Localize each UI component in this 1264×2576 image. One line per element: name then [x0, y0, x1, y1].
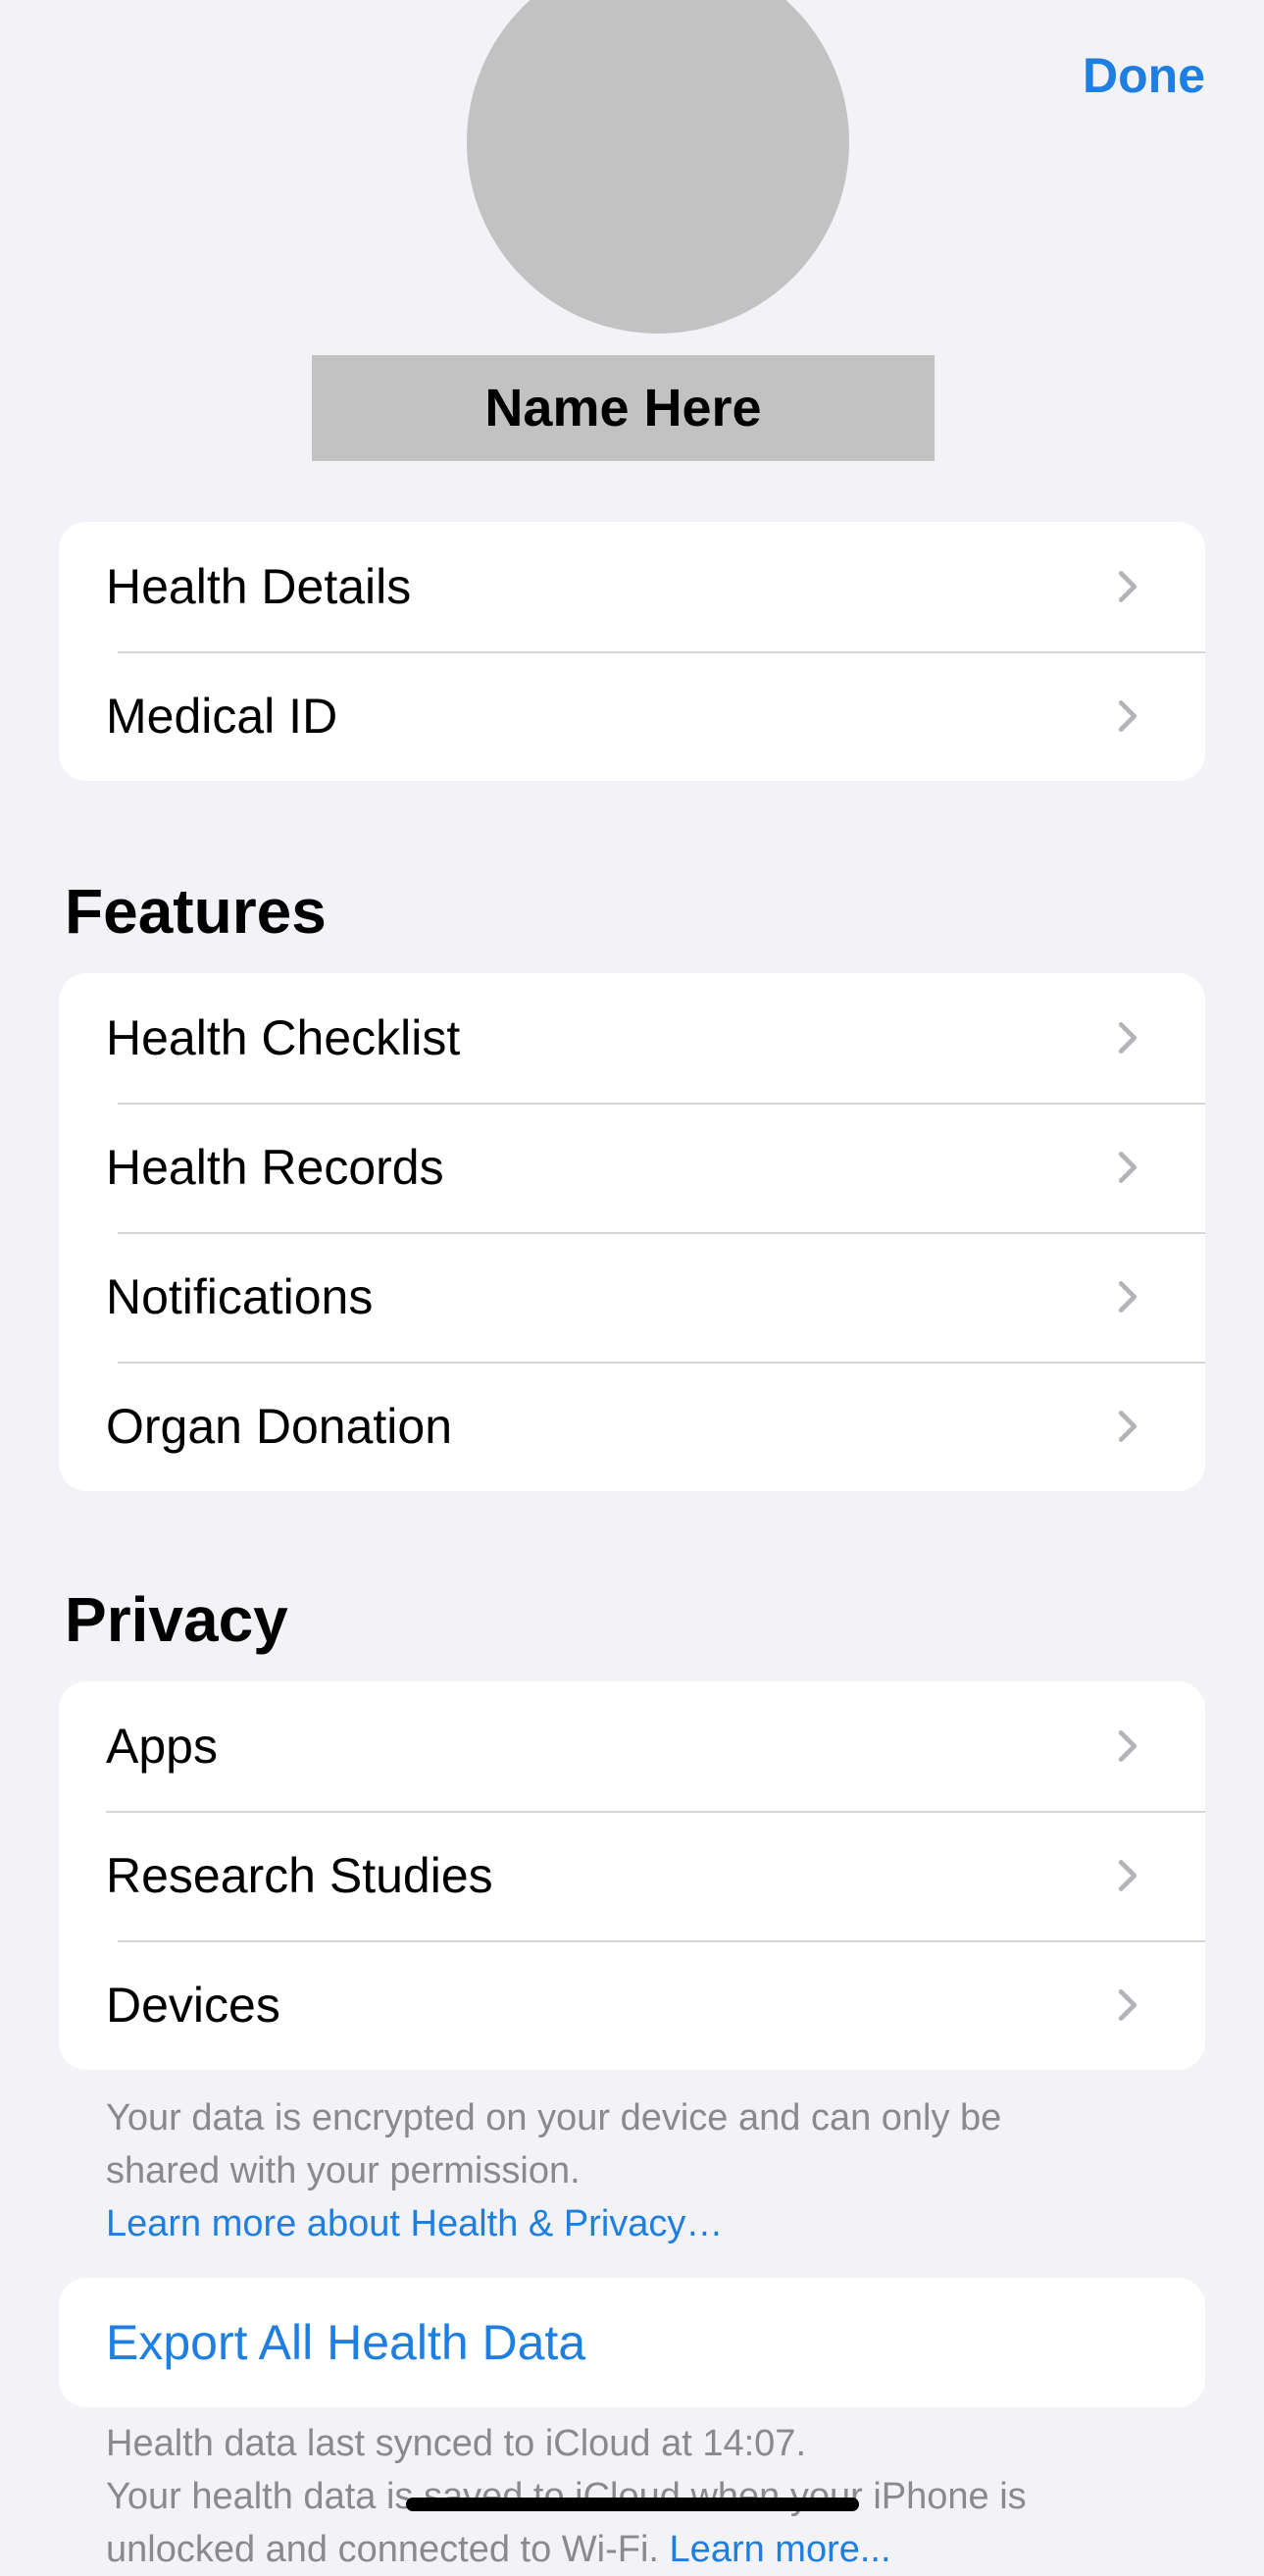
research-studies-label: Research Studies	[106, 1848, 493, 1903]
chevron-right-icon	[1111, 1410, 1144, 1443]
apps-label: Apps	[106, 1719, 218, 1774]
devices-row[interactable]: Devices	[59, 1940, 1205, 2070]
chevron-right-icon	[1111, 1021, 1144, 1055]
sync-footnote: Health data last synced to iCloud at 14:…	[106, 2417, 1165, 2576]
features-group: Health Checklist Health Records Notifica…	[59, 973, 1205, 1491]
chevron-right-icon	[1111, 699, 1144, 733]
row-divider	[106, 1811, 1205, 1813]
done-button[interactable]: Done	[1083, 47, 1205, 104]
row-divider	[118, 1940, 1205, 1942]
learn-more-privacy-link[interactable]: Learn more about Health & Privacy…	[106, 2197, 1165, 2250]
chevron-right-icon	[1111, 1151, 1144, 1184]
medical-id-row[interactable]: Medical ID	[59, 651, 1205, 781]
notifications-label: Notifications	[106, 1269, 374, 1324]
privacy-footnote-line: shared with your permission.	[106, 2150, 581, 2191]
health-records-label: Health Records	[106, 1140, 444, 1195]
health-checklist-label: Health Checklist	[106, 1010, 461, 1065]
learn-more-icloud-link[interactable]: Learn more...	[670, 2529, 891, 2570]
apps-row[interactable]: Apps	[59, 1681, 1205, 1811]
privacy-heading: Privacy	[65, 1584, 288, 1655]
row-divider	[118, 1103, 1205, 1105]
health-details-label: Health Details	[106, 559, 412, 614]
chevron-right-icon	[1111, 1859, 1144, 1892]
icloud-note-line: unlocked and connected to Wi-Fi. Learn m…	[106, 2523, 1165, 2576]
research-studies-row[interactable]: Research Studies	[59, 1811, 1205, 1940]
chevron-right-icon	[1111, 1988, 1144, 2022]
chevron-right-icon	[1111, 1280, 1144, 1314]
chevron-right-icon	[1111, 1729, 1144, 1763]
avatar[interactable]	[467, 0, 849, 334]
privacy-group: Apps Research Studies Devices	[59, 1681, 1205, 2070]
row-divider	[118, 1362, 1205, 1364]
notifications-row[interactable]: Notifications	[59, 1232, 1205, 1362]
export-group: Export All Health Data	[59, 2278, 1205, 2407]
privacy-footnote-line: Your data is encrypted on your device an…	[106, 2097, 1002, 2138]
profile-group: Health Details Medical ID	[59, 522, 1205, 781]
privacy-footnote: Your data is encrypted on your device an…	[106, 2091, 1165, 2250]
chevron-right-icon	[1111, 570, 1144, 603]
icloud-note-line: Your health data is saved to iCloud when…	[106, 2476, 1027, 2517]
sync-note: Health data last synced to iCloud at 14:…	[106, 2423, 807, 2464]
devices-label: Devices	[106, 1978, 280, 2033]
home-indicator	[406, 2498, 859, 2511]
medical-id-label: Medical ID	[106, 689, 338, 744]
export-all-health-data-button[interactable]: Export All Health Data	[59, 2278, 1205, 2407]
profile-name: Name Here	[312, 355, 935, 461]
features-heading: Features	[65, 876, 327, 947]
health-records-row[interactable]: Health Records	[59, 1103, 1205, 1232]
row-divider	[118, 651, 1205, 653]
row-divider	[118, 1232, 1205, 1234]
organ-donation-label: Organ Donation	[106, 1399, 453, 1454]
organ-donation-row[interactable]: Organ Donation	[59, 1362, 1205, 1491]
icloud-note-text: unlocked and connected to Wi-Fi.	[106, 2529, 659, 2570]
health-checklist-row[interactable]: Health Checklist	[59, 973, 1205, 1103]
export-all-health-data-label: Export All Health Data	[106, 2315, 586, 2370]
health-details-row[interactable]: Health Details	[59, 522, 1205, 651]
